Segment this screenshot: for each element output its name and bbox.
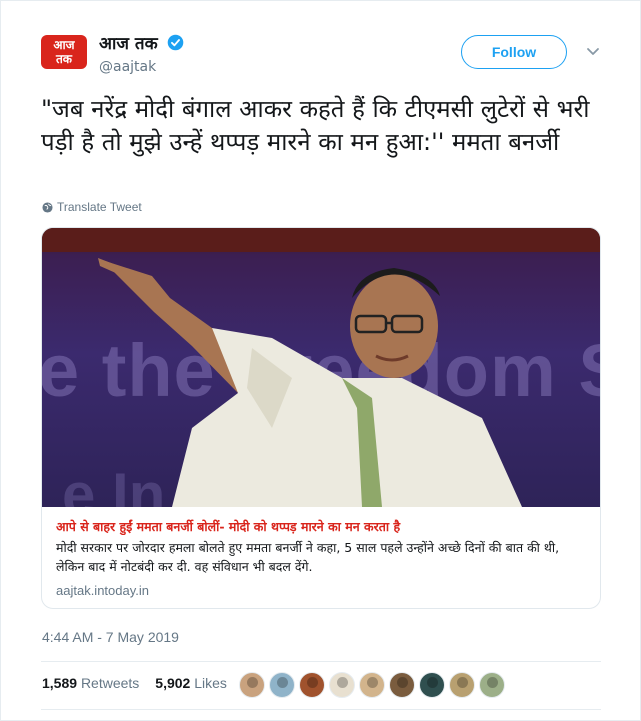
liker-avatar[interactable] bbox=[419, 672, 445, 698]
retweets-stat[interactable]: 1,589 Retweets bbox=[42, 675, 139, 691]
tweet-header: आज तक आज तक @aajtak Follow bbox=[41, 31, 611, 81]
link-card[interactable]: e the Freedom Structu e In tra आपे से बा… bbox=[41, 227, 601, 609]
likes-count: 5,902 bbox=[155, 675, 191, 691]
tweet-container: आज तक आज तक @aajtak Follow "जब नरेंद्र म… bbox=[0, 0, 641, 721]
card-image[interactable]: e the Freedom Structu e In tra bbox=[42, 228, 600, 507]
verified-badge-icon bbox=[167, 34, 184, 51]
display-name[interactable]: आज तक bbox=[99, 31, 158, 54]
card-title[interactable]: आपे से बाहर हुईं ममता बनर्जी बोलीं- मोदी… bbox=[56, 518, 586, 535]
liker-avatar[interactable] bbox=[449, 672, 475, 698]
tweet-stats: 1,589 Retweets 5,902 Likes bbox=[42, 675, 227, 691]
translate-label: Translate Tweet bbox=[57, 200, 142, 214]
logo-line1: आज bbox=[53, 38, 75, 52]
follow-button[interactable]: Follow bbox=[461, 35, 567, 69]
liker-avatar[interactable] bbox=[299, 672, 325, 698]
retweets-count: 1,589 bbox=[42, 675, 78, 691]
card-description: मोदी सरकार पर जोरदार हमला बोलते हुए ममता… bbox=[56, 540, 560, 574]
tweet-text: "जब नरेंद्र मोदी बंगाल आकर कहते हैं कि ट… bbox=[41, 95, 590, 156]
translate-tweet-link[interactable]: Translate Tweet bbox=[42, 200, 142, 214]
liker-avatar[interactable] bbox=[479, 672, 505, 698]
account-name-block[interactable]: आज तक @aajtak bbox=[99, 31, 184, 75]
divider bbox=[41, 709, 601, 710]
speaker-figure bbox=[98, 258, 522, 507]
liker-avatar[interactable] bbox=[389, 672, 415, 698]
account-avatar[interactable]: आज तक bbox=[41, 35, 87, 69]
tweet-timestamp[interactable]: 4:44 AM - 7 May 2019 bbox=[42, 629, 179, 645]
account-handle[interactable]: @aajtak bbox=[99, 59, 184, 75]
divider bbox=[41, 661, 601, 662]
chevron-down-icon[interactable] bbox=[585, 43, 601, 59]
likes-stat[interactable]: 5,902 Likes bbox=[155, 675, 227, 691]
liker-avatar[interactable] bbox=[269, 672, 295, 698]
logo-line2: तक bbox=[55, 52, 73, 66]
liker-avatar[interactable] bbox=[239, 672, 265, 698]
card-domain[interactable]: aajtak.intoday.in bbox=[56, 583, 586, 598]
card-body[interactable]: आपे से बाहर हुईं ममता बनर्जी बोलीं- मोदी… bbox=[42, 507, 600, 608]
globe-icon bbox=[42, 201, 53, 213]
likes-label: Likes bbox=[194, 675, 227, 691]
liker-avatar[interactable] bbox=[329, 672, 355, 698]
liker-avatar[interactable] bbox=[359, 672, 385, 698]
retweets-label: Retweets bbox=[80, 675, 140, 691]
liker-avatars bbox=[239, 672, 505, 698]
